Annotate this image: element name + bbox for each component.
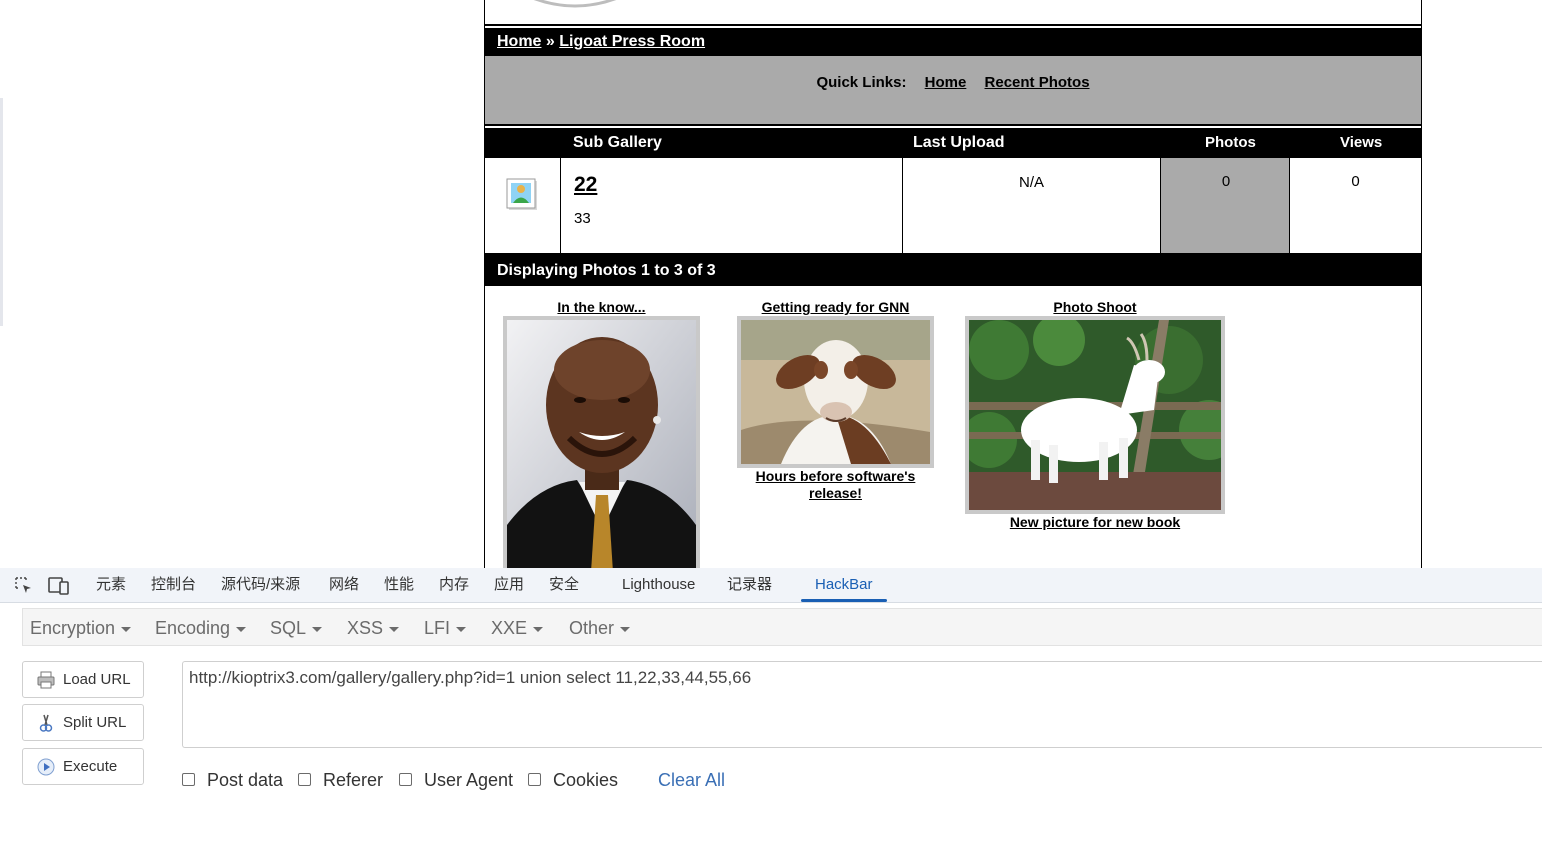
photo-2-title[interactable]: Getting ready for GNN (737, 299, 934, 315)
printer-icon (37, 671, 55, 689)
referer-checkbox-box[interactable] (298, 773, 311, 786)
menu-lfi-label: LFI (424, 618, 451, 638)
load-url-label: Load URL (63, 671, 131, 688)
menu-encoding-label: Encoding (155, 618, 231, 638)
top-rule (485, 24, 1421, 26)
quick-link-recent-photos[interactable]: Recent Photos (985, 74, 1090, 91)
chevron-down-icon (312, 626, 323, 632)
tab-network[interactable]: 网络 (329, 568, 359, 602)
gallery-name-cell: 22 33 (561, 158, 903, 253)
chevron-down-icon (620, 626, 631, 632)
post-data-checkbox-box[interactable] (182, 773, 195, 786)
menu-xxe-label: XXE (491, 618, 528, 638)
tab-security[interactable]: 安全 (549, 568, 579, 602)
tab-recorder[interactable]: 记录器 (727, 568, 772, 602)
photo-3-goat-image (961, 314, 1239, 510)
displaying-photos-text: Displaying Photos 1 to 3 of 3 (497, 262, 716, 279)
tab-performance[interactable]: 性能 (384, 568, 414, 602)
tab-lighthouse[interactable]: Lighthouse (622, 568, 695, 602)
url-input[interactable]: http://kioptrix3.com/gallery/gallery.php… (189, 668, 1529, 738)
sub-gallery-description: 33 (574, 210, 591, 227)
split-url-button[interactable]: Split URL (22, 704, 144, 741)
post-data-label: Post data (207, 770, 284, 790)
menu-encryption[interactable]: Encryption (30, 609, 132, 647)
breadcrumb-home-link[interactable]: Home (497, 33, 541, 50)
menu-sql-label: SQL (270, 618, 307, 638)
inspect-element-icon[interactable] (14, 576, 34, 596)
header-last-upload: Last Upload (913, 134, 1005, 151)
breadcrumb-separator: » (541, 33, 560, 50)
gallery-table-header: Sub Gallery Last Upload Photos Views (485, 128, 1421, 158)
chevron-down-icon (236, 626, 247, 632)
cookies-checkbox-box[interactable] (528, 773, 541, 786)
menu-xss[interactable]: XSS (347, 609, 400, 647)
menu-lfi[interactable]: LFI (424, 609, 467, 647)
gallery-thumb-cell (485, 158, 561, 253)
menu-encryption-label: Encryption (30, 618, 116, 638)
execute-label: Execute (63, 758, 118, 775)
scissors-icon (39, 714, 53, 732)
header-sub-gallery: Sub Gallery (573, 134, 662, 151)
chevron-down-icon (121, 626, 132, 632)
url-textarea-wrapper: http://kioptrix3.com/gallery/gallery.php… (182, 661, 1542, 748)
photos-count-value: 0 (1221, 173, 1231, 190)
chevron-down-icon (456, 626, 467, 632)
menu-encoding[interactable]: Encoding (155, 609, 247, 647)
menu-xss-label: XSS (347, 618, 384, 638)
load-url-button[interactable]: Load URL (22, 661, 144, 698)
quick-links-label: Quick Links: (816, 74, 907, 91)
clear-all-link[interactable]: Clear All (658, 770, 725, 790)
menu-other[interactable]: Other (569, 609, 631, 647)
user-agent-label: User Agent (424, 770, 514, 790)
header-views: Views (1340, 134, 1383, 151)
execute-button[interactable]: Execute (22, 748, 144, 785)
menu-xxe[interactable]: XXE (491, 609, 544, 647)
menu-sql[interactable]: SQL (270, 609, 323, 647)
breadcrumb-current-link[interactable]: Ligoat Press Room (559, 33, 705, 50)
split-url-label: Split URL (63, 714, 127, 731)
chevron-down-icon (389, 626, 400, 632)
devtools-panel: 元素 控制台 源代码/来源 网络 性能 内存 应用 安全 Lighthouse … (0, 568, 1542, 854)
left-gutter-line (0, 98, 3, 326)
tab-memory[interactable]: 内存 (439, 568, 469, 602)
cookies-label: Cookies (553, 770, 619, 790)
device-toolbar-icon[interactable] (48, 576, 70, 596)
logo-arc (533, 0, 617, 8)
chevron-down-icon (533, 626, 544, 632)
views-count-value: 0 (1351, 173, 1360, 190)
quick-link-home[interactable]: Home (925, 74, 967, 91)
photo-3-title[interactable]: Photo Shoot (965, 299, 1225, 315)
photo-2-caption[interactable]: Hours before software's release! (737, 468, 934, 502)
devtools-tab-bar: 元素 控制台 源代码/来源 网络 性能 内存 应用 安全 Lighthouse … (0, 568, 1542, 603)
sub-gallery-link[interactable]: 22 (574, 173, 597, 197)
gallery-thumbnail-icon[interactable] (505, 176, 541, 214)
user-agent-checkbox-box[interactable] (399, 773, 412, 786)
hackbar-menu-bar: Encryption Encoding SQL XSS LFI XXE Othe… (22, 608, 1542, 646)
gallery-page: Home » Ligoat Press Room Quick Links: Ho… (484, 0, 1422, 568)
referer-label: Referer (323, 770, 384, 790)
quick-links-bar: Quick Links: Home Recent Photos (485, 56, 1421, 126)
photo-1-frame[interactable] (503, 316, 700, 568)
breadcrumb: Home » Ligoat Press Room (485, 28, 1421, 56)
photo-1-portrait-image (507, 320, 696, 568)
photo-1-title[interactable]: In the know... (503, 299, 700, 315)
tab-application[interactable]: 应用 (494, 568, 524, 602)
photo-2-frame[interactable] (737, 316, 934, 468)
play-icon (37, 758, 55, 776)
tab-elements[interactable]: 元素 (96, 568, 126, 602)
photo-2-goat-image (741, 320, 930, 464)
tab-hackbar[interactable]: HackBar (801, 568, 886, 602)
last-upload-value: N/A (1018, 174, 1044, 191)
menu-other-label: Other (569, 618, 615, 638)
tab-sources[interactable]: 源代码/来源 (221, 568, 300, 602)
header-photos: Photos (1205, 134, 1256, 151)
photo-3-frame[interactable] (961, 314, 1239, 514)
photos-count-cell: 0 (1160, 158, 1290, 253)
table-row: 22 33 N/A 0 0 (485, 158, 1421, 256)
last-upload-cell: N/A (903, 158, 1160, 253)
photo-3-caption[interactable]: New picture for new book (965, 514, 1225, 530)
displaying-photos-bar: Displaying Photos 1 to 3 of 3 (485, 256, 1421, 286)
tab-console[interactable]: 控制台 (151, 568, 196, 602)
views-count-cell: 0 (1290, 158, 1421, 253)
